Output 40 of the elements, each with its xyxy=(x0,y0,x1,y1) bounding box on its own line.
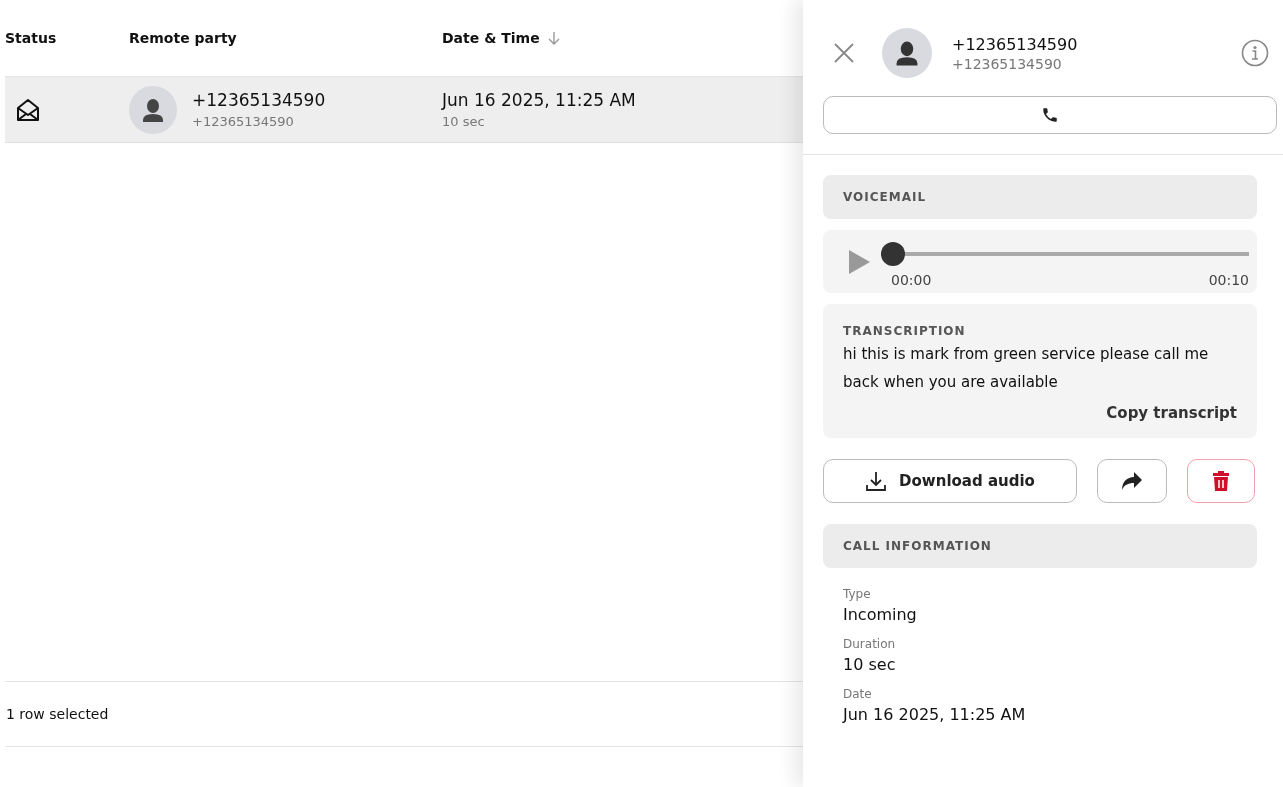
table-row[interactable]: +12365134590 +12365134590 Jun 16 2025, 11:25 AM 10 sec xyxy=(5,77,803,143)
copy-transcript-button[interactable]: Copy transcript xyxy=(1106,404,1237,422)
contact-name: +12365134590 xyxy=(952,34,1079,54)
field-value: 10 sec xyxy=(843,655,897,674)
forward-arrow-icon xyxy=(1121,471,1143,491)
seek-thumb[interactable] xyxy=(881,241,905,266)
contact-number: +12365134590 xyxy=(952,55,1063,72)
phone-icon xyxy=(1041,106,1059,124)
play-icon[interactable] xyxy=(847,248,871,275)
download-icon xyxy=(865,470,888,492)
field-value: Jun 16 2025, 11:25 AM xyxy=(843,705,1027,724)
column-header[interactable]: Status xyxy=(5,30,57,46)
trash-icon xyxy=(1212,470,1230,492)
elapsed-time: 00:00 xyxy=(891,271,932,288)
forward-button[interactable] xyxy=(1097,459,1167,503)
info-icon[interactable] xyxy=(1241,39,1269,67)
section-label: TRANSCRIPTION xyxy=(843,324,967,338)
delete-button[interactable] xyxy=(1187,459,1255,503)
caller-name: +12365134590 xyxy=(192,90,326,110)
total-time: 00:10 xyxy=(1208,271,1249,288)
transcription-text: hi this is mark from green service please call me back when you are available xyxy=(843,344,1210,393)
call-duration: 10 sec xyxy=(442,114,486,129)
caller-number: +12365134590 xyxy=(192,114,295,129)
section-header: VOICEMAIL xyxy=(823,175,1257,219)
call-datetime: Jun 16 2025, 11:25 AM xyxy=(442,90,637,110)
field-label: Type xyxy=(843,587,872,601)
column-header[interactable]: Date & Time xyxy=(442,30,540,46)
section-header: CALL INFORMATION xyxy=(823,524,1257,568)
field-label: Date xyxy=(843,687,873,701)
download-audio-button[interactable]: Download audio xyxy=(823,459,1077,503)
sort-arrow-icon[interactable] xyxy=(547,31,560,45)
close-icon[interactable] xyxy=(833,42,855,64)
selection-status: 1 row selected xyxy=(6,706,109,722)
field-value: Incoming xyxy=(843,605,918,624)
field-label: Duration xyxy=(843,637,897,651)
call-button[interactable] xyxy=(823,96,1277,134)
column-header[interactable]: Remote party xyxy=(129,30,237,46)
avatar-icon xyxy=(129,85,177,134)
open-envelope-icon xyxy=(15,96,41,123)
avatar-icon xyxy=(882,28,932,78)
